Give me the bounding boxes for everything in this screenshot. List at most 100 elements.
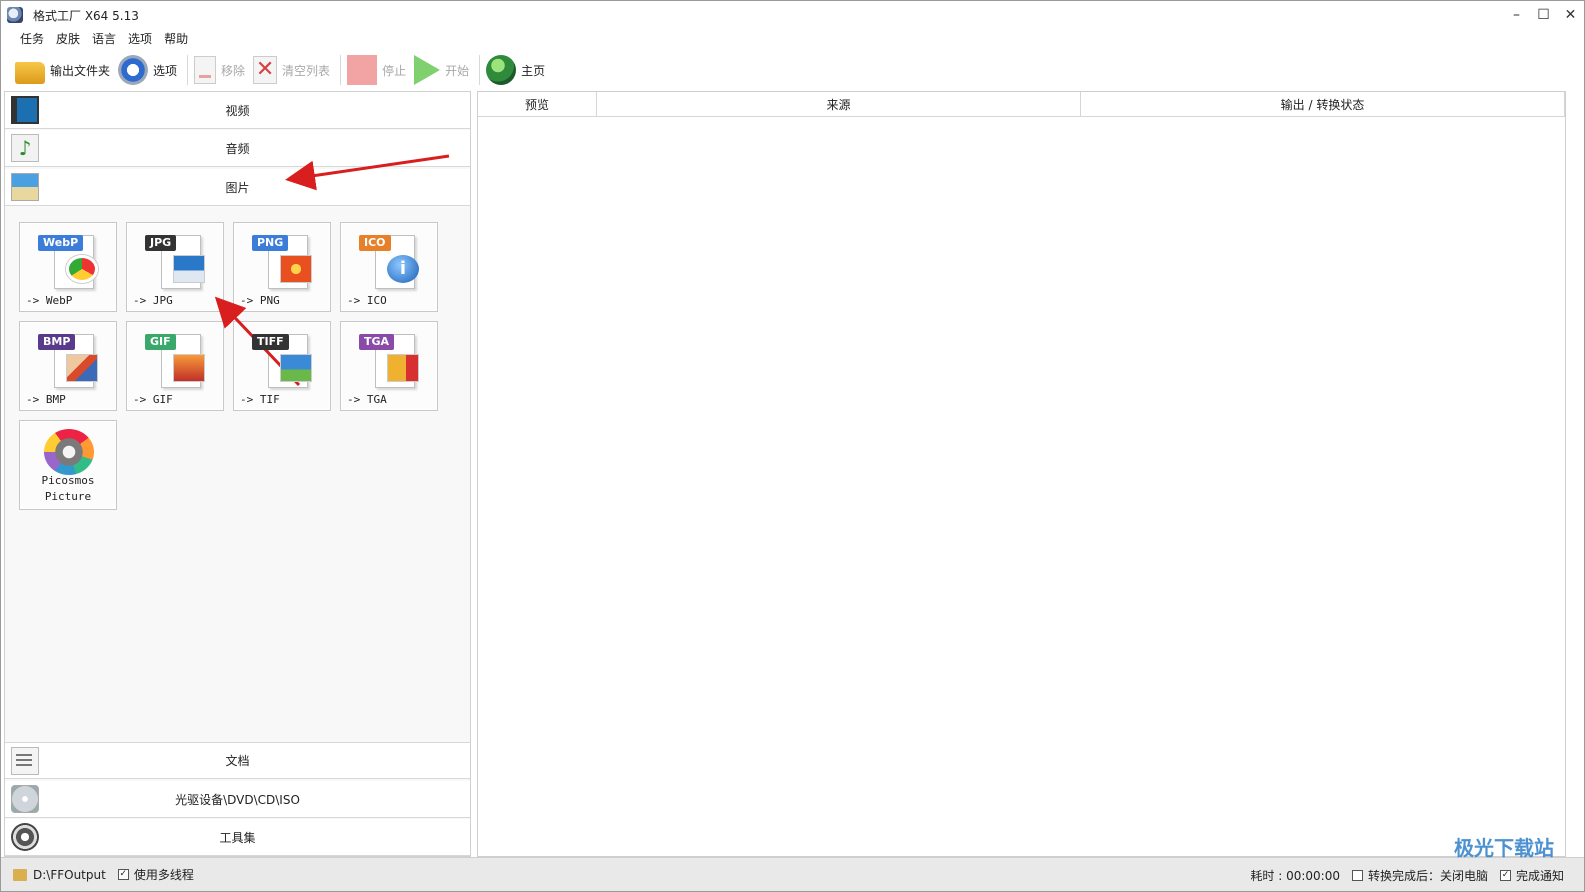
picosmos-label-line2: Picture (44, 490, 92, 503)
info-icon: i (387, 255, 419, 283)
home-button[interactable]: 主页 (486, 53, 545, 87)
clear-list-label: 清空列表 (282, 63, 331, 78)
category-tools[interactable]: 工具集 (5, 819, 470, 856)
category-panel: 视频 ♪ 音频 图片 WebP -> WebP JPG -> JPG PNG -… (4, 91, 471, 857)
format-png-button[interactable]: PNG -> PNG (233, 222, 331, 312)
shutdown-checkbox[interactable] (1351, 869, 1363, 881)
format-tif-button[interactable]: TIFF -> TIF (233, 321, 331, 411)
picosmos-gear-icon (44, 429, 94, 475)
window-controls: – ☐ ✕ (1503, 1, 1584, 29)
ico-badge: ICO (359, 235, 391, 251)
format-jpg-button[interactable]: JPG -> JPG (126, 222, 224, 312)
options-button[interactable]: 选项 (118, 53, 177, 87)
after-convert-label: 转换完成后：关闭电脑 (1367, 868, 1488, 883)
watermark-logo: 极光下载站 (1454, 836, 1554, 860)
column-preview[interactable]: 预览 (478, 92, 597, 116)
landscape-image-icon (11, 173, 39, 201)
format-tga-label: -> TGA (347, 393, 387, 406)
format-gif-label: -> GIF (133, 393, 173, 406)
menu-skin[interactable]: 皮肤 (50, 30, 86, 47)
remove-button[interactable]: 移除 (194, 53, 245, 87)
clear-x-icon: ✕ (253, 56, 278, 84)
format-ico-button[interactable]: ICO i -> ICO (340, 222, 438, 312)
menu-options[interactable]: 选项 (122, 30, 158, 47)
category-audio[interactable]: ♪ 音频 (5, 130, 470, 167)
category-disc-label: 光驱设备\DVD\CD\ISO (175, 792, 300, 807)
chrome-icon (66, 255, 98, 283)
category-image[interactable]: 图片 (5, 169, 470, 206)
output-folder-button[interactable]: 输出文件夹 (15, 53, 110, 87)
picosmos-picture-button[interactable]: Picosmos Picture (19, 420, 117, 510)
category-video-label: 视频 (225, 103, 250, 118)
format-jpg-label: -> JPG (133, 294, 173, 307)
document-icon (11, 747, 39, 775)
toolbar: 输出文件夹 选项 移除 ✕ 清空列表 停止 开始 主页 (1, 51, 1584, 89)
png-badge: PNG (252, 235, 289, 251)
remove-file-icon (194, 56, 217, 84)
paint-brush-icon (66, 354, 98, 382)
task-list-header: 预览 来源 输出 / 转换状态 (478, 92, 1565, 117)
clear-list-button[interactable]: ✕ 清空列表 (253, 53, 330, 87)
column-source[interactable]: 来源 (597, 92, 1081, 116)
film-reel-icon (11, 823, 39, 851)
image-format-grid: WebP -> WebP JPG -> JPG PNG -> PNG ICO i (5, 209, 470, 744)
task-list-panel: 预览 来源 输出 / 转换状态 (477, 91, 1566, 857)
menu-task[interactable]: 任务 (14, 30, 50, 47)
window-title: 格式工厂 X64 5.13 (33, 8, 139, 23)
bmp-badge: BMP (38, 334, 76, 350)
menu-language[interactable]: 语言 (86, 30, 122, 47)
output-path[interactable]: D:\FFOutput (33, 868, 106, 882)
play-icon (414, 55, 441, 85)
start-button[interactable]: 开始 (414, 53, 469, 87)
multithread-checkbox[interactable]: ✓ (117, 869, 129, 880)
column-output-status[interactable]: 输出 / 转换状态 (1081, 92, 1565, 116)
category-video[interactable]: 视频 (5, 92, 470, 129)
category-document-label: 文档 (225, 754, 250, 768)
toolbar-separator (479, 55, 481, 85)
flower-photo-icon (280, 255, 312, 283)
toolbar-separator (187, 55, 189, 85)
format-png-label: -> PNG (240, 294, 280, 307)
minimize-button[interactable]: – (1503, 1, 1530, 29)
folder-icon (13, 868, 27, 881)
maximize-button[interactable]: ☐ (1530, 1, 1557, 29)
format-bmp-label: -> BMP (26, 393, 66, 406)
home-label: 主页 (521, 63, 546, 78)
app-logo-icon (7, 7, 23, 23)
status-right: 极光下载站 耗时 : 00:00:00 转换完成后：关闭电脑 ✓ 完成通知 (1250, 836, 1564, 892)
start-label: 开始 (445, 63, 470, 78)
paint-photo-icon (387, 354, 419, 382)
notify-checkbox[interactable]: ✓ (1499, 869, 1511, 881)
music-note-icon: ♪ (11, 134, 39, 162)
format-ico-label: -> ICO (347, 294, 387, 307)
menu-bar: 任务 皮肤 语言 选项 帮助 (1, 28, 194, 48)
options-gear-icon (118, 55, 149, 85)
close-button[interactable]: ✕ (1557, 1, 1584, 29)
category-disc[interactable]: 光驱设备\DVD\CD\ISO (5, 781, 470, 818)
stop-icon (347, 55, 378, 85)
sunset-photo-icon (173, 354, 205, 382)
format-gif-button[interactable]: GIF -> GIF (126, 321, 224, 411)
landscape-photo-icon (280, 354, 312, 382)
format-tga-button[interactable]: TGA -> TGA (340, 321, 438, 411)
format-tif-label: -> TIF (240, 393, 280, 406)
gif-badge: GIF (145, 334, 176, 350)
format-bmp-button[interactable]: BMP -> BMP (19, 321, 117, 411)
remove-label: 移除 (221, 63, 246, 78)
disc-drive-icon (11, 785, 39, 813)
stop-button[interactable]: 停止 (347, 53, 406, 87)
format-webp-label: -> WebP (26, 294, 73, 307)
category-image-label: 图片 (225, 180, 250, 195)
menu-help[interactable]: 帮助 (158, 30, 194, 47)
film-icon (11, 96, 39, 124)
jpg-badge: JPG (145, 235, 177, 251)
category-document[interactable]: 文档 (5, 742, 470, 779)
app-window: 格式工厂 X64 5.13 – ☐ ✕ 任务 皮肤 语言 选项 帮助 输出文件夹… (0, 0, 1585, 892)
format-webp-button[interactable]: WebP -> WebP (19, 222, 117, 312)
sky-photo-icon (173, 255, 205, 283)
notify-label: 完成通知 (1515, 868, 1564, 883)
folder-icon (15, 62, 45, 84)
output-folder-label: 输出文件夹 (50, 63, 111, 78)
webp-badge: WebP (38, 235, 84, 251)
multithread-label: 使用多线程 (133, 868, 194, 882)
